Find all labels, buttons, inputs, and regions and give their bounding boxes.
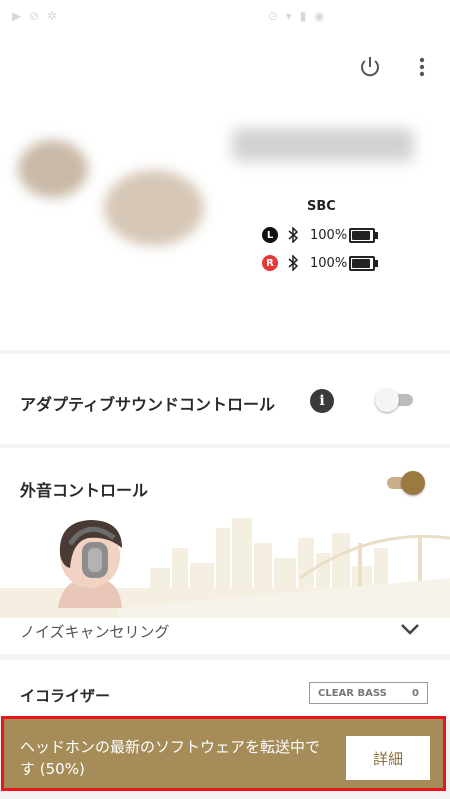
status-bar: ▶ ⊘ ✲ ⊙ ▾ ▮ ◉ [0,0,450,32]
bluetooth-icon [288,227,298,243]
power-icon[interactable] [357,54,383,80]
ambient-sound-card: 外音コントロール ノイズキャンセリング [0,448,450,654]
battery-percent-right: 100% [310,255,348,271]
chevron-down-icon[interactable] [400,622,420,636]
earbud-image-right [104,170,204,246]
battery-row-left: L 100% [262,225,379,245]
codec-label: SBC [307,199,336,214]
battery-fill-right [352,258,371,268]
noise-cancelling-mode-label[interactable]: ノイズキャンセリング [20,621,170,642]
right-badge: R [262,255,278,271]
status-icons-left: ▶ ⊘ ✲ [12,9,59,23]
battery-row-right: R 100% [262,253,379,273]
clear-bass-label: CLEAR BASS [318,687,387,699]
battery-icon [349,227,379,243]
clear-bass-value: 0 [412,687,419,699]
info-icon[interactable]: i [310,389,334,413]
battery-percent-left: 100% [310,227,348,243]
toggle-knob [375,388,399,412]
clear-bass-badge: CLEAR BASS 0 [309,682,428,704]
details-button[interactable]: 詳細 [346,736,430,780]
bluetooth-icon [288,255,298,271]
ambient-sound-toggle[interactable] [383,471,425,495]
status-icons-right: ⊙ ▾ ▮ ◉ [268,9,327,23]
battery-icon [349,255,379,271]
earbud-image-left [18,140,88,198]
more-vert-icon[interactable] [414,54,430,80]
person-with-headphones-illustration [58,520,122,608]
equalizer-card[interactable]: イコライザー CLEAR BASS 0 [0,660,450,720]
software-transfer-banner: ヘッドホンの最新のソフトウェアを転送中です (50%) 詳細 [1,716,446,791]
equalizer-label: イコライザー [20,687,111,705]
ambient-sound-label: 外音コントロール [20,481,149,500]
adaptive-sound-toggle[interactable] [375,388,417,412]
toggle-knob [401,471,425,495]
battery-fill-left [352,230,371,240]
adaptive-sound-label: アダプティブサウンドコントロール [20,395,276,414]
device-name-blurred [232,128,414,162]
banner-message: ヘッドホンの最新のソフトウェアを転送中です (50%) [20,738,321,778]
left-badge: L [262,227,278,243]
